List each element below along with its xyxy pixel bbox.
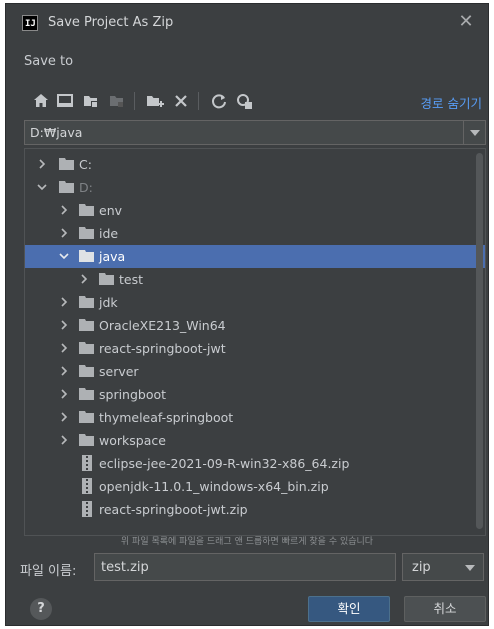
new-folder-icon[interactable]: [144, 90, 166, 112]
chevron-right-icon[interactable]: [37, 159, 47, 169]
toolbar-separator: [198, 92, 199, 110]
folder-icon: [59, 158, 74, 170]
tree-item-openjdk-zip[interactable]: openjdk-11.0.1_windows-x64_bin.zip: [25, 475, 485, 498]
close-icon[interactable]: ✕: [456, 12, 476, 32]
tree-item-test[interactable]: test: [25, 268, 485, 291]
folder-icon: [79, 296, 94, 308]
tree-item-env[interactable]: env: [25, 199, 485, 222]
folder-icon: [79, 434, 94, 446]
chevron-right-icon[interactable]: [59, 205, 69, 215]
tree-item-label: C:: [79, 157, 92, 172]
folder-icon: [79, 227, 94, 239]
chevron-right-icon[interactable]: [79, 274, 89, 284]
tree-item-thymeleaf-springboot[interactable]: thymeleaf-springboot: [25, 406, 485, 429]
tree-item-d-drive[interactable]: D:: [25, 176, 485, 199]
tree-item-label: D:: [79, 180, 93, 195]
chevron-right-icon[interactable]: [59, 435, 69, 445]
path-dropdown-button[interactable]: [463, 121, 485, 144]
chevron-right-icon[interactable]: [59, 228, 69, 238]
delete-icon[interactable]: [170, 90, 192, 112]
tree-item-jdk[interactable]: jdk: [25, 291, 485, 314]
tree-item-react-jwt-zip[interactable]: react-springboot-jwt.zip: [25, 498, 485, 521]
drag-drop-hint: 위 파일 목록에 파일을 드래그 앤 드롭하면 빠르게 찾을 수 있습니다: [120, 537, 374, 547]
folder-icon: [79, 388, 94, 400]
tree-item-label: springboot: [99, 387, 167, 402]
folder-icon: [79, 342, 94, 354]
title-bar: IJ Save Project As Zip ✕: [6, 4, 488, 42]
tree-item-label: test: [119, 272, 144, 287]
chevron-right-icon[interactable]: [59, 297, 69, 307]
logo-text: IJ: [25, 19, 36, 29]
chevron-down-icon[interactable]: [59, 251, 69, 261]
tree-item-label: eclipse-jee-2021-09-R-win32-x86_64.zip: [99, 456, 350, 471]
show-hidden-files-icon[interactable]: [234, 90, 256, 112]
cancel-button[interactable]: 취소: [404, 596, 486, 622]
tree-item-label: server: [99, 364, 139, 379]
tree-item-ide[interactable]: ide: [25, 222, 485, 245]
chevron-right-icon[interactable]: [59, 320, 69, 330]
tree-item-springboot[interactable]: springboot: [25, 383, 485, 406]
tree-item-label: react-springboot-jwt.zip: [99, 502, 248, 517]
ok-button[interactable]: 확인: [308, 596, 390, 622]
save-to-label: Save to: [24, 54, 74, 69]
chevron-right-icon[interactable]: [59, 412, 69, 422]
help-button[interactable]: ?: [30, 598, 52, 620]
save-project-dialog: IJ Save Project As Zip ✕ Save to 경로 숨기기 …: [5, 3, 489, 626]
hide-path-link[interactable]: 경로 숨기기: [421, 93, 482, 112]
chevron-right-icon[interactable]: [59, 389, 69, 399]
path-value: D:₩java: [30, 125, 83, 140]
extension-select[interactable]: zip: [402, 553, 484, 581]
path-combobox[interactable]: D:₩java: [24, 120, 486, 145]
chevron-down-icon: [469, 129, 480, 136]
chevron-down-icon[interactable]: [37, 182, 47, 192]
zip-archive-icon: [82, 478, 92, 494]
tree-item-label: openjdk-11.0.1_windows-x64_bin.zip: [99, 479, 329, 494]
tree-item-label: ide: [99, 226, 119, 241]
folder-icon: [79, 411, 94, 423]
tree-item-react-springboot-jwt[interactable]: react-springboot-jwt: [25, 337, 485, 360]
home-icon[interactable]: [30, 90, 52, 112]
tree-item-label: java: [99, 249, 126, 264]
tree-item-label: react-springboot-jwt: [99, 341, 226, 356]
tree-item-workspace[interactable]: workspace: [25, 429, 485, 452]
tree-item-label: thymeleaf-springboot: [99, 410, 234, 425]
dialog-title: Save Project As Zip: [48, 15, 174, 30]
folder-icon: [59, 181, 74, 193]
tree-item-java[interactable]: java: [25, 245, 485, 268]
folder-icon: [79, 204, 94, 216]
tree-scrollbar[interactable]: [476, 153, 483, 529]
chevron-right-icon[interactable]: [59, 343, 69, 353]
tree-item-c-drive[interactable]: C:: [25, 153, 485, 176]
extension-value: zip: [412, 560, 431, 575]
tree-item-label: OracleXE213_Win64: [99, 318, 226, 333]
intellij-logo-icon: IJ: [22, 15, 38, 31]
file-tree[interactable]: C: D: env ide java test jdk OracleXE213_…: [24, 148, 486, 536]
zip-archive-icon: [82, 501, 92, 517]
chevron-down-icon: [465, 565, 475, 571]
toolbar-separator: [134, 92, 135, 110]
refresh-icon[interactable]: [208, 90, 230, 112]
filename-label: 파일 이름:: [20, 564, 77, 579]
file-chooser-toolbar: 경로 숨기기: [20, 88, 482, 114]
module-folder-icon: [110, 96, 123, 107]
tree-item-eclipse-zip[interactable]: eclipse-jee-2021-09-R-win32-x86_64.zip: [25, 452, 485, 475]
chevron-right-icon[interactable]: [59, 366, 69, 376]
folder-icon: [79, 250, 94, 262]
project-folder-icon[interactable]: [80, 90, 102, 112]
folder-icon: [79, 319, 94, 331]
folder-icon: [99, 273, 114, 285]
tree-item-label: workspace: [99, 433, 166, 448]
tree-item-label: env: [99, 203, 123, 218]
tree-item-oraclexe[interactable]: OracleXE213_Win64: [25, 314, 485, 337]
desktop-icon[interactable]: [54, 90, 76, 112]
tree-item-server[interactable]: server: [25, 360, 485, 383]
zip-archive-icon: [82, 455, 92, 471]
folder-icon: [79, 365, 94, 377]
tree-item-label: jdk: [99, 295, 118, 310]
filename-input[interactable]: [94, 553, 396, 581]
